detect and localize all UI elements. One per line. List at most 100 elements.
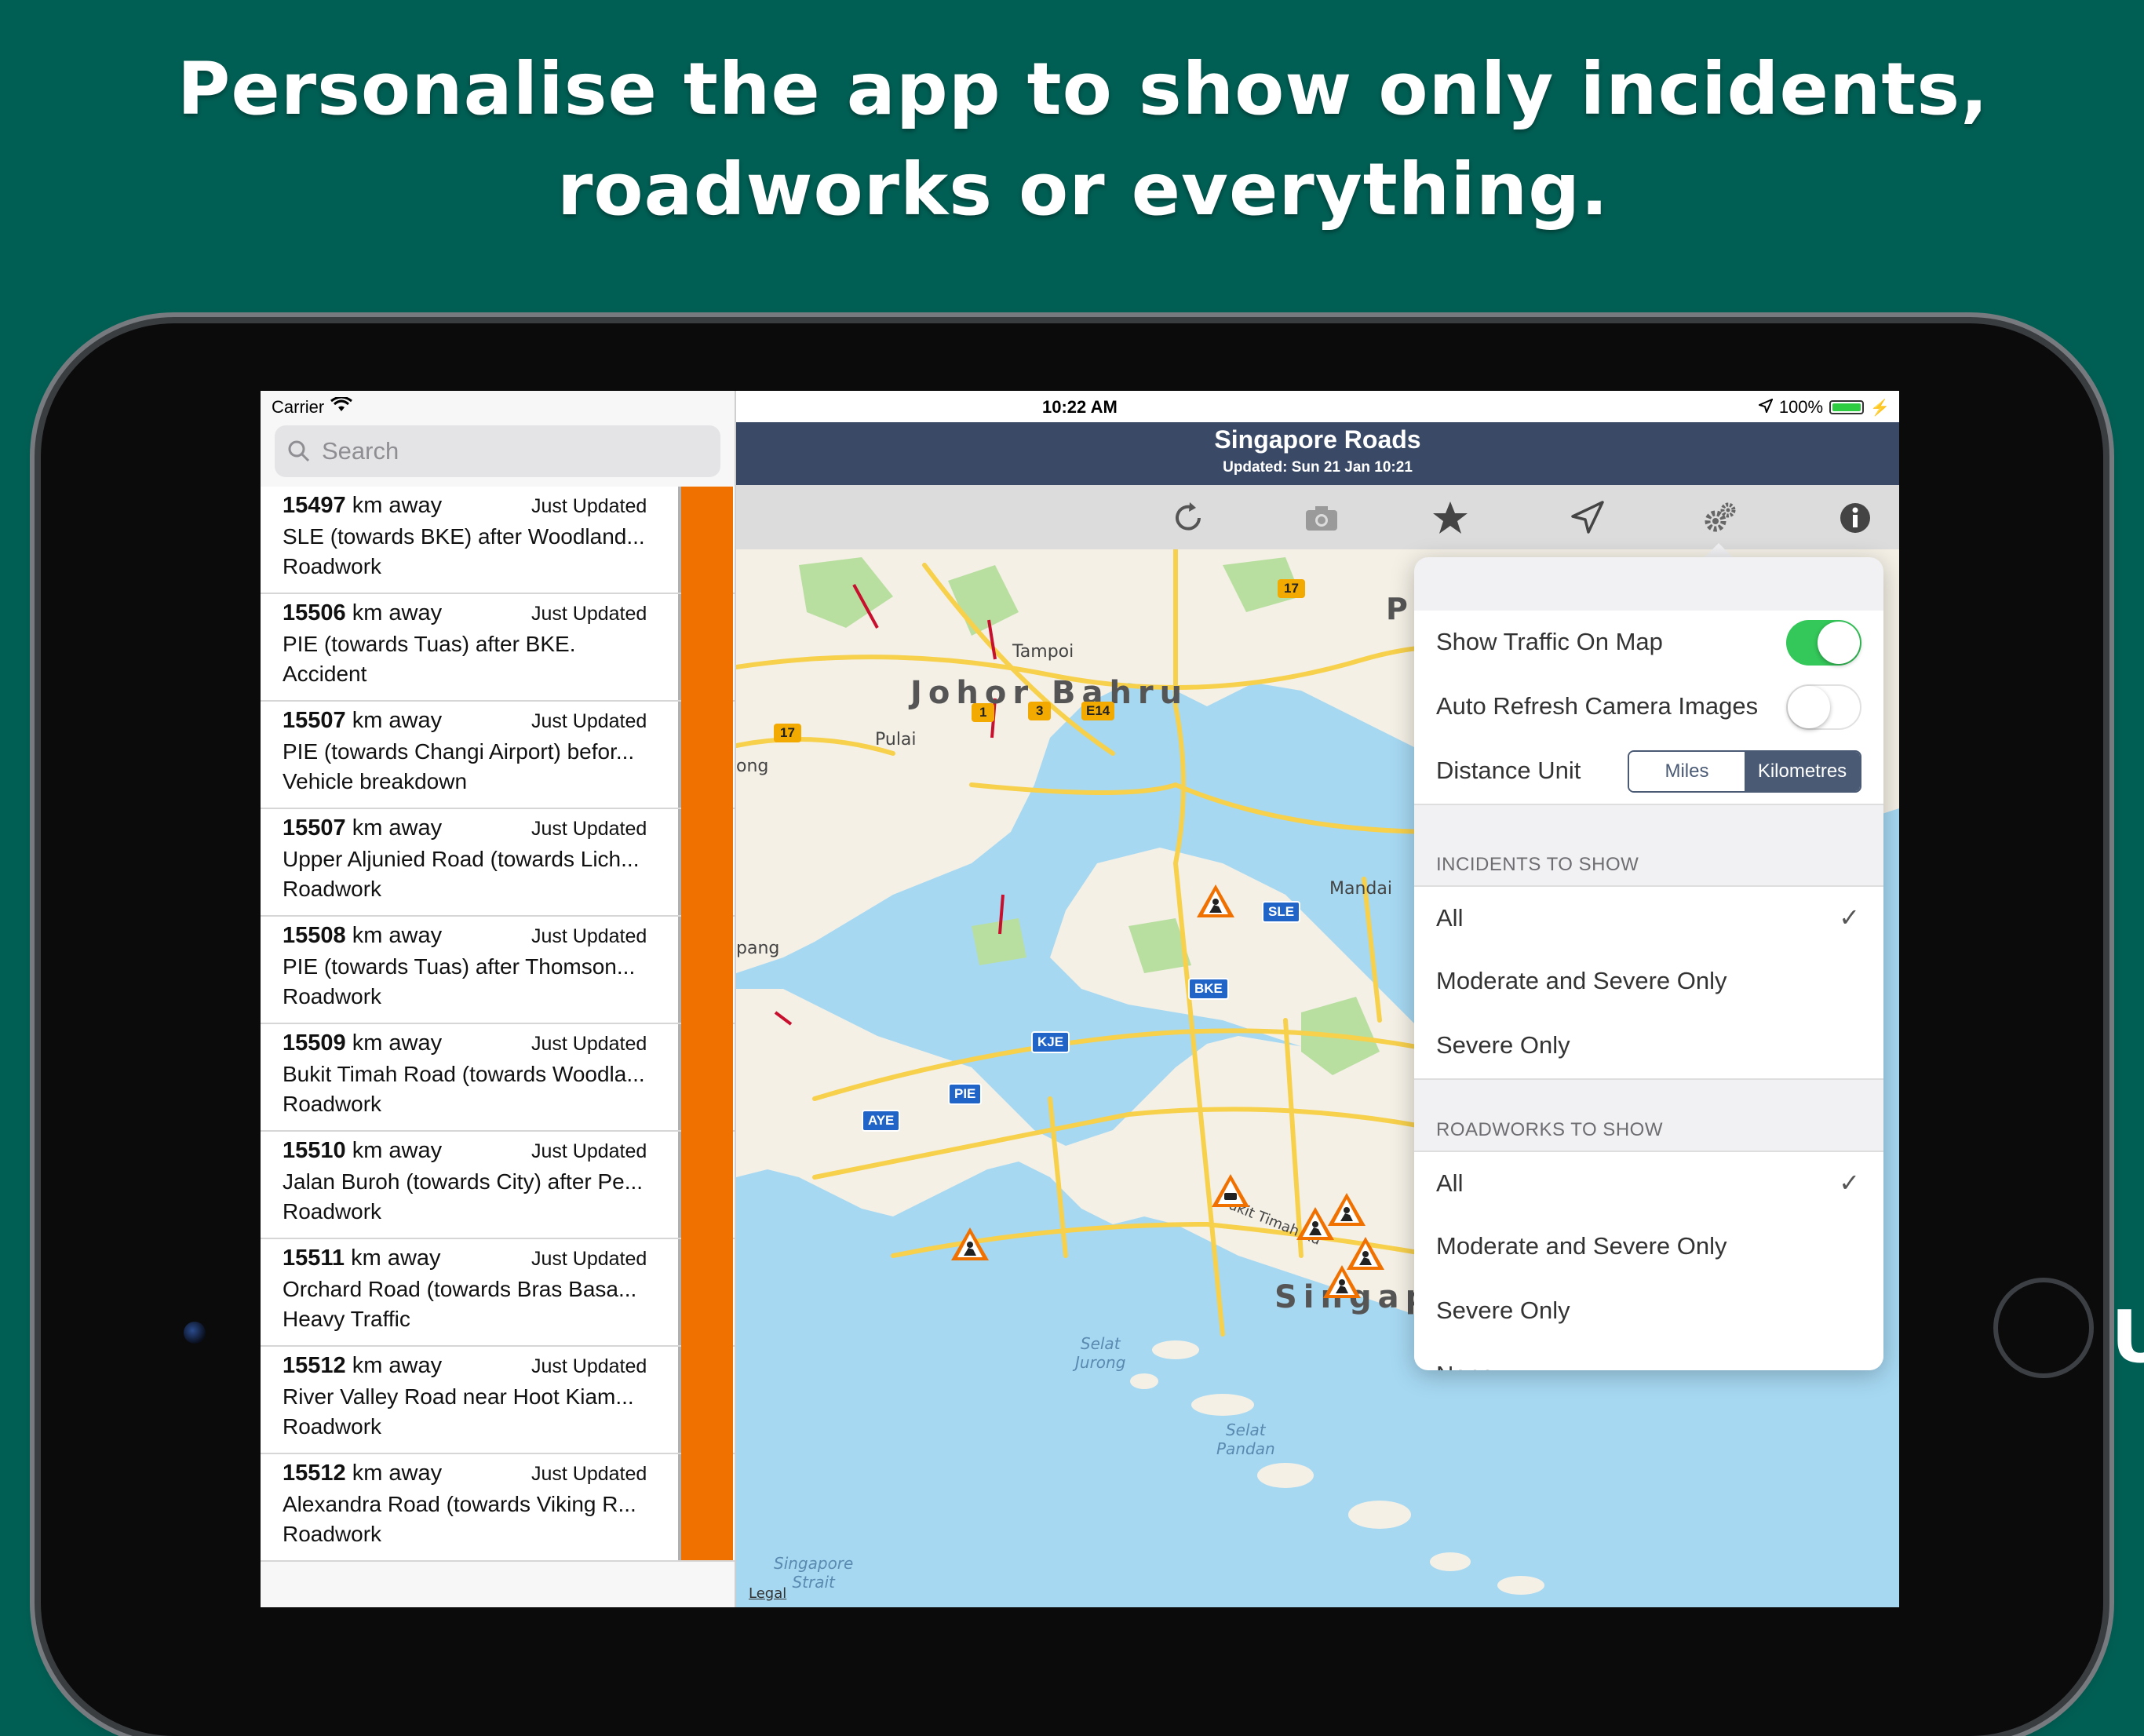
headline: Personalise the app to show only inciden… xyxy=(0,39,2144,240)
incident-distance: 15511 km away xyxy=(283,1245,441,1271)
incident-updated: Just Updated xyxy=(531,1355,647,1377)
roadworks-option-none[interactable]: None xyxy=(1414,1344,1883,1370)
incident-row[interactable]: 15497 km away Just Updated SLE (towards BK… xyxy=(261,487,735,594)
incident-updated: Just Updated xyxy=(531,818,647,840)
incidents-option-label: Severe Only xyxy=(1436,1031,1570,1059)
incidents-option-all[interactable]: All ✓ xyxy=(1414,885,1883,953)
incidents-section-header: INCIDENTS TO SHOW xyxy=(1436,854,1639,875)
incident-row[interactable]: 15509 km away Just Updated Bukit Timah Roa… xyxy=(261,1024,735,1132)
shield-kje: KJE xyxy=(1031,1031,1070,1053)
incident-updated: Just Updated xyxy=(531,603,647,625)
incident-row[interactable]: 15508 km away Just Updated PIE (towards Tu… xyxy=(261,917,735,1024)
navigation-bar: Singapore Roads Updated: Sun 21 Jan 10:2… xyxy=(736,422,1899,485)
nav-title: Singapore Roads xyxy=(1214,425,1421,454)
incident-row[interactable]: 15511 km away Just Updated Orchard Road (t… xyxy=(261,1239,735,1347)
front-camera xyxy=(184,1322,206,1344)
incident-row[interactable]: 15506 km away Just Updated PIE (towards Tu… xyxy=(261,594,735,702)
incidents-option-moderate-severe[interactable]: Moderate and Severe Only xyxy=(1414,950,1883,1016)
location-services-icon xyxy=(1756,397,1774,418)
incident-distance-value: 15497 xyxy=(283,493,346,518)
incident-list-panel: 15497 km away Just Updated SLE (towards BK… xyxy=(261,391,736,1607)
settings-popover: Show Traffic On Map Auto Refresh Camera … xyxy=(1414,557,1883,1370)
map-label-mandai: Mandai xyxy=(1329,879,1392,899)
incident-distance-value: 15510 xyxy=(283,1138,346,1163)
roadwork-marker-icon[interactable] xyxy=(1195,883,1236,923)
roadwork-marker-icon[interactable] xyxy=(1326,1191,1367,1231)
incident-type: Roadwork xyxy=(283,1414,382,1439)
search-input[interactable] xyxy=(320,436,700,466)
incident-distance-value: 15507 xyxy=(283,815,346,841)
carrier-info: Carrier xyxy=(272,396,353,418)
show-traffic-toggle[interactable] xyxy=(1786,620,1861,666)
incident-title: PIE (towards Tuas) after Thomson... xyxy=(283,954,636,979)
auto-refresh-toggle[interactable] xyxy=(1786,684,1861,730)
shield-aye: AYE xyxy=(862,1110,901,1132)
location-arrow-icon[interactable] xyxy=(1568,499,1606,537)
shield-bke: BKE xyxy=(1188,978,1229,1000)
incident-distance-value: 15511 xyxy=(283,1245,345,1271)
star-icon[interactable] xyxy=(1431,499,1469,537)
status-time: 10:22 AM xyxy=(1042,397,1118,417)
incidents-option-label: Moderate and Severe Only xyxy=(1436,967,1727,994)
map-label-ong: ong xyxy=(736,757,769,776)
map-toolbar xyxy=(736,485,1899,549)
incident-distance-value: 15512 xyxy=(283,1353,346,1378)
map-label-selat-pandan: Selat Pandan xyxy=(1216,1421,1275,1458)
shield-pie: PIE xyxy=(948,1083,983,1105)
headline-line-2: roadworks or everything. xyxy=(556,148,1610,232)
popover-arrow xyxy=(1703,543,1734,559)
segment-miles[interactable]: Miles xyxy=(1629,752,1745,791)
incident-row[interactable]: 15512 km away Just Updated Alexandra Road … xyxy=(261,1454,735,1562)
incident-row[interactable]: 15510 km away Just Updated Jalan Buroh (to… xyxy=(261,1132,735,1239)
carrier-label: Carrier xyxy=(272,397,325,417)
incident-type: Vehicle breakdown xyxy=(283,769,468,793)
incident-updated: Just Updated xyxy=(531,1140,647,1162)
incident-type: Roadwork xyxy=(283,1092,382,1116)
incident-distance-unit: km away xyxy=(352,1353,443,1378)
incident-distance: 15512 km away xyxy=(283,1353,442,1379)
incident-type: Roadwork xyxy=(283,554,382,578)
status-right: 100% ⚡ xyxy=(1756,397,1890,418)
segment-kilometres[interactable]: Kilometres xyxy=(1745,752,1860,791)
incident-distance: 15506 km away xyxy=(283,600,442,626)
refresh-icon[interactable] xyxy=(1169,499,1207,537)
roadworks-option-label: Severe Only xyxy=(1436,1297,1570,1324)
info-icon[interactable] xyxy=(1836,499,1874,537)
incident-title: PIE (towards Changi Airport) befor... xyxy=(283,739,635,764)
incident-distance-unit: km away xyxy=(352,923,443,948)
gear-icon[interactable] xyxy=(1701,499,1739,537)
incident-distance-value: 15512 xyxy=(283,1461,346,1486)
status-bar: Carrier 10:22 AM 100% ⚡ xyxy=(261,391,1899,422)
incident-distance-unit: km away xyxy=(352,600,443,625)
incident-title: Alexandra Road (towards Viking R... xyxy=(283,1492,636,1516)
show-traffic-label: Show Traffic On Map xyxy=(1436,628,1663,655)
incident-row[interactable]: 15507 km away Just Updated Upper Aljunied … xyxy=(261,809,735,917)
app-screen: Carrier 10:22 AM 100% ⚡ 15497 km away Jus… xyxy=(261,391,1899,1607)
incident-updated: Just Updated xyxy=(531,1033,647,1055)
checkmark-icon: ✓ xyxy=(1839,1169,1860,1197)
shield-sle: SLE xyxy=(1262,901,1301,923)
home-button[interactable] xyxy=(1993,1278,2094,1378)
incident-marker-icon[interactable] xyxy=(1210,1173,1251,1213)
roadwork-marker-icon[interactable] xyxy=(950,1226,990,1266)
map-label-tampoi: Tampoi xyxy=(1012,642,1074,662)
camera-icon[interactable] xyxy=(1303,499,1340,537)
roadworks-option-severe[interactable]: Severe Only xyxy=(1414,1279,1883,1345)
incident-type: Roadwork xyxy=(283,984,382,1008)
incident-distance-unit: km away xyxy=(351,1245,441,1271)
incident-updated: Just Updated xyxy=(531,710,647,732)
shield-1: 1 xyxy=(972,703,995,722)
roadwork-marker-icon[interactable] xyxy=(1345,1235,1386,1275)
incident-row[interactable]: 15512 km away Just Updated River Valley Ro… xyxy=(261,1347,735,1454)
incident-distance: 15512 km away xyxy=(283,1461,442,1486)
incident-type: Roadwork xyxy=(283,877,382,901)
incident-row[interactable]: 15507 km away Just Updated PIE (towards Ch… xyxy=(261,702,735,809)
incident-distance-unit: km away xyxy=(352,815,443,841)
shield-17-a: 17 xyxy=(774,724,801,742)
search-bar[interactable] xyxy=(275,425,720,477)
roadworks-option-moderate-severe[interactable]: Moderate and Severe Only xyxy=(1414,1215,1883,1281)
map-legal-link[interactable]: Legal xyxy=(749,1585,786,1602)
incident-type: Accident xyxy=(283,662,367,686)
roadworks-option-all[interactable]: All ✓ xyxy=(1414,1151,1883,1218)
incidents-option-severe[interactable]: Severe Only xyxy=(1414,1014,1883,1080)
